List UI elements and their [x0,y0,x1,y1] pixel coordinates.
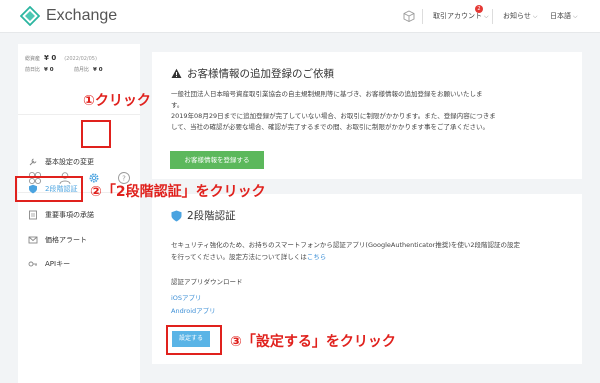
chevron-down-icon: ⌵ [573,13,578,20]
prev-day-value: ¥ 0 [44,67,54,73]
tfa-title: 2段階認証 [187,210,236,222]
wrench-icon [29,158,37,166]
language-menu[interactable]: 日本語 ⌵ [550,11,578,21]
tfa-title-row: 2段階認証 [171,208,236,223]
prev-day-label: 前日比 [25,67,41,73]
app-name: Exchange [46,7,118,24]
sidebar-item-label: APIキー [45,260,71,268]
sidebar-item-agreements[interactable]: 重要事項の承諾 [28,210,94,220]
sidebar-item-api-key[interactable]: APIキー [28,259,70,269]
balance-date: (2022/02/05) [64,56,97,62]
cube-icon[interactable] [403,10,415,22]
key-icon [28,261,37,267]
register-info-button[interactable]: お客様情報を登録する [170,151,264,169]
tfa-description-line: を行ってください。設定方法について詳しくはこちら [171,252,326,263]
info-text-line: す。 [171,101,184,109]
notification-badge: 2 [475,5,483,13]
info-text-line: 2019年08月29日までに追加登録が完了していない場合、お取引に制限がかかりま… [171,112,496,120]
mail-icon [28,236,38,244]
sidebar-item-basic-settings[interactable]: 基本設定の変更 [28,157,94,167]
sidebar-divider [18,114,140,115]
chevron-down-icon: ⌵ [532,13,538,20]
sidebar-item-label: 基本設定の変更 [45,158,94,166]
prev-month-label: 前月比 [74,67,90,73]
prev-month-value: ¥ 0 [93,67,103,73]
chevron-down-icon: ⌵ [484,13,489,20]
info-text-line: して、当社の確認が必要な場合、確認が完了するまでの間、お取引に制限がかかります事… [171,123,489,131]
warning-icon [171,68,182,78]
prev-day-change: 前日比 ¥ 0 [25,66,54,73]
android-app-link[interactable]: Androidアプリ [171,306,216,317]
tfa-description-line: セキュリティ強化のため、お持ちのスマートフォンから認証アプリ(GoogleAut… [171,241,521,249]
app-logo[interactable]: Exchange [20,6,117,26]
highlight-gear [81,120,111,148]
top-header: Exchange 取引アカウント ⌵ 2 お知らせ ⌵ 日本語 ⌵ [0,0,600,33]
document-icon [29,210,37,220]
sidebar-item-label: 重要事項の承諾 [45,211,94,219]
header-divider [422,9,423,24]
info-card-title: お客様情報の追加登録のご依頼 [187,68,334,80]
sidebar-item-label: 価格アラート [45,236,87,244]
news-menu-label: お知らせ [503,12,531,20]
prev-month-change: 前月比 ¥ 0 [74,66,103,73]
info-card-title-row: お客様情報の追加登録のご依頼 [171,66,334,81]
info-text-line: 一般社団法人日本暗号資産取引業協会の自主規制規則等に基づき、お客様情報の追加登録… [171,90,483,98]
details-link[interactable]: こちら [307,253,327,261]
customer-info-card: お客様情報の追加登録のご依頼 一般社団法人日本暗号資産取引業協会の自主規制規則等… [152,52,582,179]
exchange-logo-icon [20,6,40,26]
annotation-step1: ①クリック [83,93,151,109]
sidebar-item-price-alert[interactable]: 価格アラート [28,235,87,245]
download-label: 認証アプリダウンロード [171,278,243,286]
annotation-step2: ②「2段階認証」をクリック [90,184,266,200]
annotation-step3: ③「設定する」をクリック [230,334,396,350]
total-assets-label: 総資産 [25,56,41,62]
header-divider [492,9,493,24]
account-menu-label: 取引アカウント [433,12,482,20]
highlight-two-factor [15,176,83,202]
tfa-description-text: を行ってください。設定方法について詳しくは [171,253,307,261]
language-menu-label: 日本語 [550,12,571,20]
shield-icon [171,210,182,221]
total-assets: 総資産 ¥ 0 (2022/02/05) [25,54,97,62]
ios-app-link[interactable]: iOSアプリ [171,293,202,304]
news-menu[interactable]: お知らせ ⌵ [503,11,537,21]
highlight-setup-button [166,325,222,355]
total-assets-value: ¥ 0 [44,54,57,62]
